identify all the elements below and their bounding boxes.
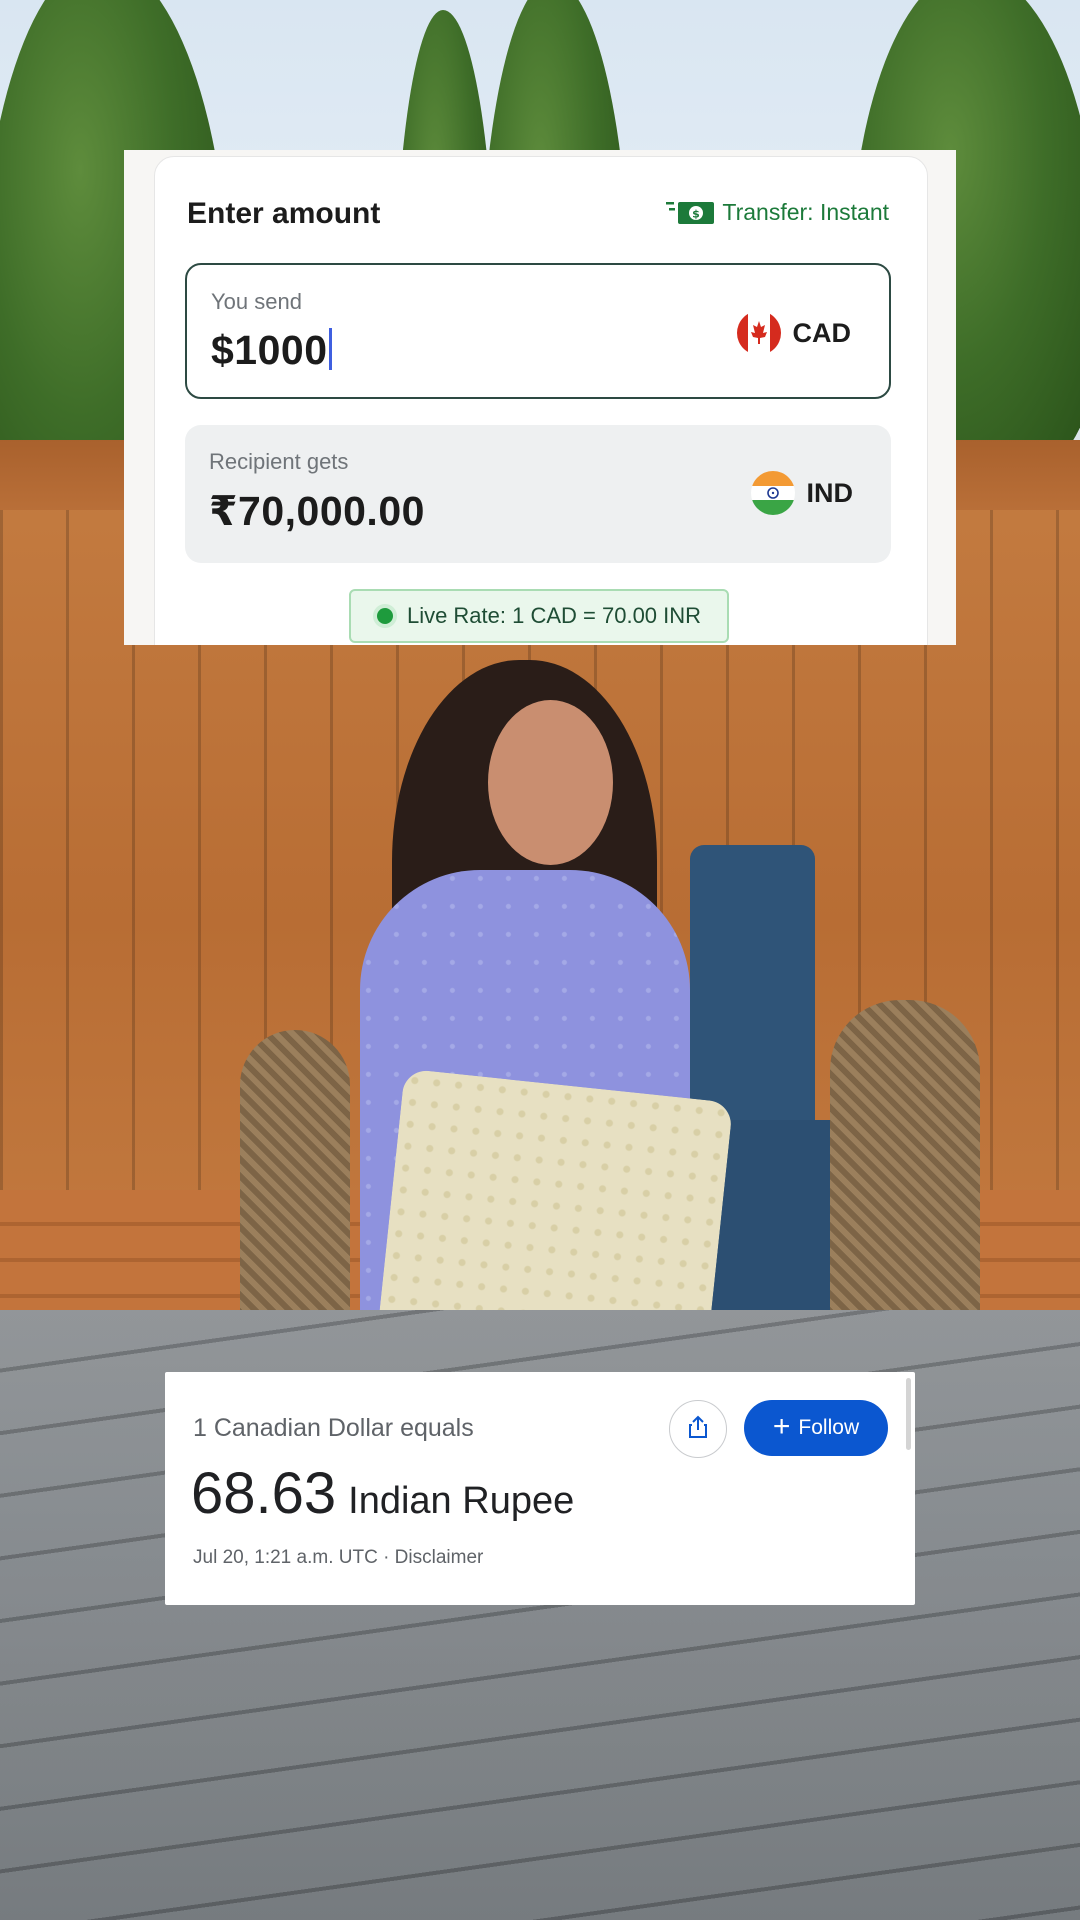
panel-title: Enter amount <box>187 197 381 230</box>
send-amount-input[interactable]: $1000 <box>211 327 332 374</box>
chair-arm-left <box>240 1030 350 1350</box>
text-caret <box>328 328 332 370</box>
conversion-rate-unit: Indian Rupee <box>348 1480 575 1522</box>
send-label: You send <box>211 289 302 314</box>
share-button[interactable] <box>669 1400 727 1458</box>
transfer-panel: Enter amount $ Transfer: Instant You sen… <box>124 150 956 645</box>
canada-flag-icon <box>736 311 781 355</box>
india-flag-icon <box>750 471 795 515</box>
send-currency-selector[interactable]: CAD <box>736 311 852 355</box>
currency-result-card: 1 Canadian Dollar equals 68.63 Indian Rup… <box>165 1372 915 1605</box>
live-rate-text: Live Rate: 1 CAD = 70.00 INR <box>406 603 702 628</box>
recipient-amount-value: ₹70,000.00 <box>209 488 425 534</box>
cash-icon: $ <box>666 200 715 226</box>
transfer-card: Enter amount $ Transfer: Instant You sen… <box>154 156 928 645</box>
recipient-amount-field: Recipient gets ₹70,000.00 IND <box>185 425 891 563</box>
send-currency-code: CAD <box>792 317 852 348</box>
svg-text:$: $ <box>693 207 701 220</box>
recipient-label: Recipient gets <box>209 449 349 474</box>
send-amount-value: $1000 <box>211 327 328 373</box>
conversion-rate-value: 68.63 <box>191 1461 337 1526</box>
conversion-result: 68.63 Indian Rupee <box>191 1460 574 1527</box>
follow-button[interactable]: + Follow <box>744 1400 888 1456</box>
recipient-currency-code: IND <box>806 477 854 508</box>
share-icon <box>687 1415 709 1444</box>
live-rate-badge: Live Rate: 1 CAD = 70.00 INR <box>349 589 729 643</box>
scrollbar[interactable] <box>906 1378 911 1450</box>
conversion-equals-text: 1 Canadian Dollar equals <box>193 1414 474 1442</box>
live-indicator-dot <box>376 608 393 624</box>
transfer-label: Transfer: Instant <box>722 199 889 225</box>
send-amount-field[interactable]: You send $1000 CAD <box>185 263 891 399</box>
transfer-speed: $ Transfer: Instant <box>666 199 889 226</box>
person-face <box>488 700 613 865</box>
follow-label: Follow <box>798 1416 860 1439</box>
plus-icon: + <box>772 1409 791 1443</box>
conversion-timestamp: Jul 20, 1:21 a.m. UTC · Disclaimer <box>193 1547 484 1568</box>
recipient-currency-selector[interactable]: IND <box>750 471 854 515</box>
